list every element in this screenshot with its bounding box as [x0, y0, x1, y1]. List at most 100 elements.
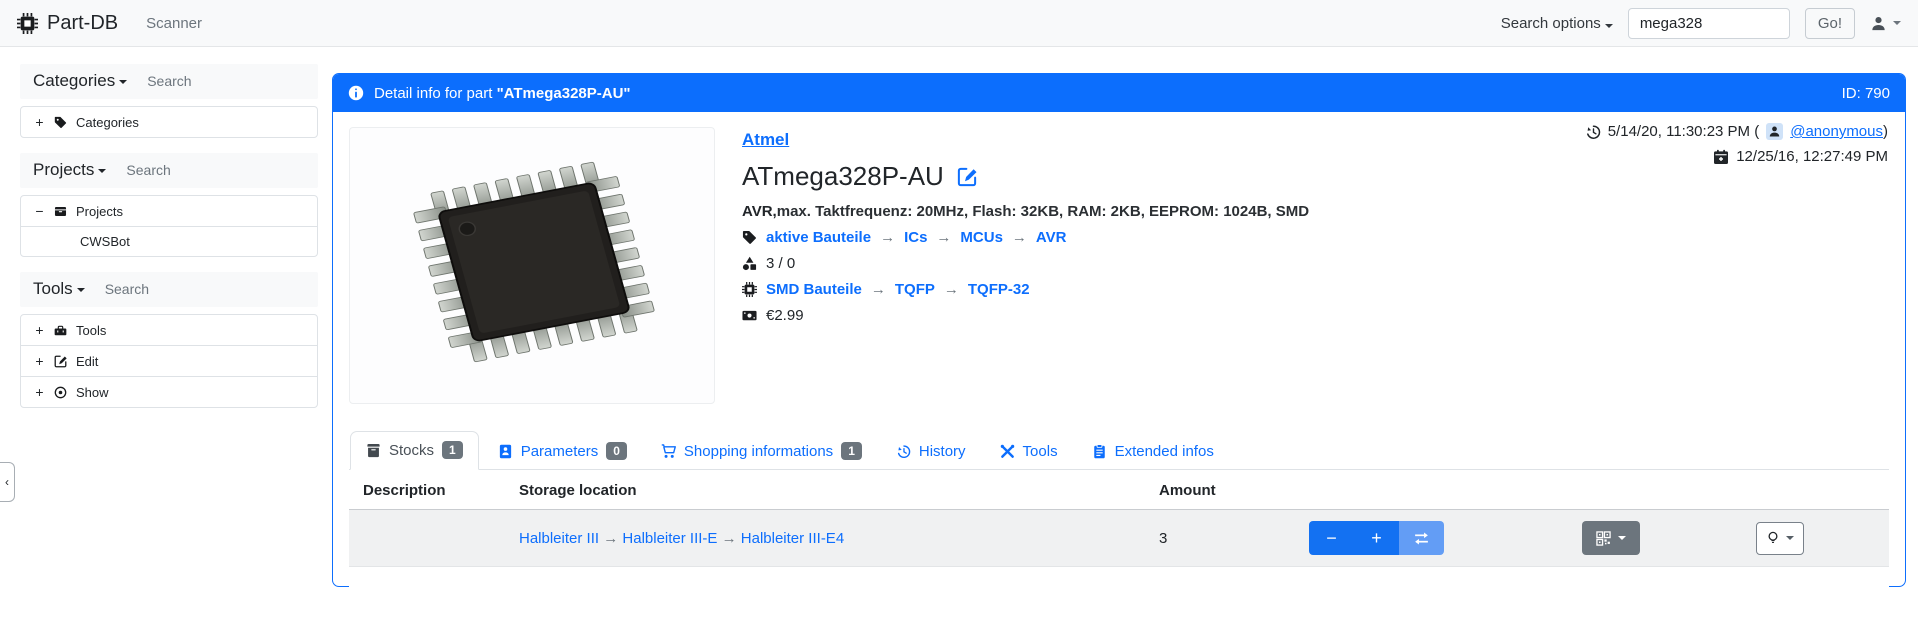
eye-icon	[54, 386, 67, 399]
footprint-link[interactable]: SMD Bauteile	[766, 281, 862, 298]
category-link[interactable]: aktive Bauteile	[766, 229, 871, 246]
go-button[interactable]: Go!	[1805, 8, 1855, 39]
tree-item-categories[interactable]: + Categories	[21, 107, 317, 137]
expand-icon[interactable]: +	[34, 384, 45, 400]
tree-item-show[interactable]: + Show	[21, 376, 317, 407]
stock-table-header: Description Storage location Amount	[349, 470, 1889, 510]
part-detail-card: Detail info for part "ATmega328P-AU" ID:…	[332, 73, 1906, 587]
tag-icon	[742, 230, 757, 245]
tree-item-label: Categories	[76, 115, 139, 130]
arrow-separator: →	[936, 229, 951, 246]
user-menu-dropdown[interactable]	[1870, 15, 1901, 32]
modified-user: @anonymous)	[1790, 123, 1888, 140]
category-link[interactable]: AVR	[1036, 229, 1067, 246]
journal-icon	[498, 444, 513, 459]
search-options-dropdown[interactable]: Search options	[1501, 15, 1613, 32]
move-stock-button[interactable]	[1399, 521, 1444, 555]
box-icon	[366, 443, 381, 458]
tab-extended-infos[interactable]: Extended infos	[1077, 434, 1229, 470]
person-icon	[1870, 15, 1887, 32]
tree-item-label: Show	[76, 385, 109, 400]
tree-item-edit[interactable]: + Edit	[21, 345, 317, 376]
header-text: Detail info for part "ATmega328P-AU"	[374, 85, 631, 102]
swap-arrows-icon	[1413, 530, 1430, 547]
brand-link[interactable]: Part-DB	[17, 12, 118, 35]
tools-dropdown[interactable]: Tools	[33, 279, 85, 299]
categories-tree: + Categories	[20, 106, 318, 138]
microchip-icon	[17, 13, 38, 34]
part-detail-header: Detail info for part "ATmega328P-AU" ID:…	[333, 74, 1905, 112]
tab-badge: 0	[606, 442, 627, 460]
led-locate-dropdown-button[interactable]	[1756, 522, 1804, 555]
label-qr-dropdown-button[interactable]	[1582, 521, 1640, 555]
projects-dropdown[interactable]: Projects	[33, 160, 106, 180]
expand-icon[interactable]: +	[34, 114, 45, 130]
info-circle-icon	[348, 85, 364, 101]
search-input[interactable]	[1628, 8, 1790, 39]
categories-search-input[interactable]	[147, 73, 257, 89]
lightbulb-icon	[1766, 531, 1780, 545]
tree-item-projects[interactable]: − Projects	[21, 196, 317, 226]
storage-location-link[interactable]: Halbleiter III-E	[622, 530, 717, 547]
tree-item-label: Edit	[76, 354, 98, 369]
sidebar-collapse-handle[interactable]: ‹	[0, 462, 15, 502]
created-value: 12/25/16, 12:27:49 PM	[1736, 148, 1888, 165]
arrow-separator: →	[880, 229, 895, 246]
edit-icon	[54, 355, 67, 368]
chevron-down-icon	[1786, 536, 1794, 540]
chevron-down-icon	[77, 288, 85, 292]
tab-shopping-informations[interactable]: Shopping informations 1	[646, 433, 877, 470]
part-id: ID: 790	[1842, 85, 1890, 102]
tools-icon	[1000, 444, 1015, 459]
nav-item-scanner[interactable]: Scanner	[146, 15, 202, 32]
tab-badge: 1	[841, 442, 862, 460]
edit-part-icon[interactable]	[957, 167, 977, 187]
arrow-separator: →	[722, 530, 737, 547]
part-image[interactable]	[349, 127, 715, 404]
expand-icon[interactable]: +	[34, 322, 45, 338]
manufacturer-link[interactable]: Atmel	[742, 130, 789, 150]
chevron-down-icon	[119, 80, 127, 84]
shapes-icon	[742, 256, 757, 271]
storage-location-link[interactable]: Halbleiter III	[519, 530, 599, 547]
arrow-separator: →	[944, 281, 959, 298]
storage-location-breadcrumb: Halbleiter III → Halbleiter III-E → Halb…	[519, 530, 1159, 547]
categories-dropdown[interactable]: Categories	[33, 71, 127, 91]
tab-parameters[interactable]: Parameters 0	[483, 433, 642, 470]
tab-tools[interactable]: Tools	[985, 434, 1073, 470]
part-name: ATmega328P-AU	[742, 161, 944, 192]
collapse-minus-icon[interactable]: −	[34, 203, 45, 219]
amount-summary: 3 / 0	[742, 255, 1309, 272]
category-breadcrumb: aktive Bauteile → ICs → MCUs → AVR	[742, 229, 1309, 246]
chevron-down-icon	[1893, 21, 1901, 25]
last-modified-line: 5/14/20, 11:30:23 PM ( @anonymous)	[1585, 123, 1888, 140]
created-line: 12/25/16, 12:27:49 PM	[1585, 148, 1888, 165]
tree-item-tools[interactable]: + Tools	[21, 315, 317, 345]
tools-search-input[interactable]	[105, 281, 215, 297]
last-modified-value: 5/14/20, 11:30:23 PM (	[1608, 123, 1760, 140]
add-button[interactable]: +	[1354, 521, 1399, 555]
category-link[interactable]: MCUs	[960, 229, 1003, 246]
footprint-link[interactable]: TQFP	[895, 281, 935, 298]
stock-amount: 3	[1159, 530, 1309, 547]
category-link[interactable]: ICs	[904, 229, 927, 246]
amount-summary-value: 3 / 0	[766, 255, 795, 272]
sidebar-panel-header-tools: Tools	[20, 272, 318, 307]
tab-history[interactable]: History	[881, 434, 981, 470]
stock-controls: − +	[1309, 521, 1804, 555]
projects-search-input[interactable]	[126, 162, 236, 178]
tools-tree: + Tools + Edit + Show	[20, 314, 318, 408]
arrow-separator: →	[1012, 229, 1027, 246]
tree-item-cwsbot[interactable]: CWSBot	[21, 226, 317, 256]
storage-location-link[interactable]: Halbleiter III-E4	[741, 530, 844, 547]
footprint-link[interactable]: TQFP-32	[968, 281, 1030, 298]
tab-stocks[interactable]: Stocks 1	[350, 431, 479, 470]
anonymous-user-link[interactable]: @anonymous	[1790, 123, 1883, 140]
price-value: €2.99	[766, 307, 804, 324]
sidebar-panel-header-categories: Categories	[20, 64, 318, 99]
footprint-breadcrumb: SMD Bauteile → TQFP → TQFP-32	[742, 281, 1309, 298]
expand-icon[interactable]: +	[34, 353, 45, 369]
clipboard-icon	[1092, 444, 1107, 459]
part-tabs: Stocks 1 Parameters 0 Shopping informati…	[349, 431, 1889, 470]
withdraw-button[interactable]: −	[1309, 521, 1354, 555]
